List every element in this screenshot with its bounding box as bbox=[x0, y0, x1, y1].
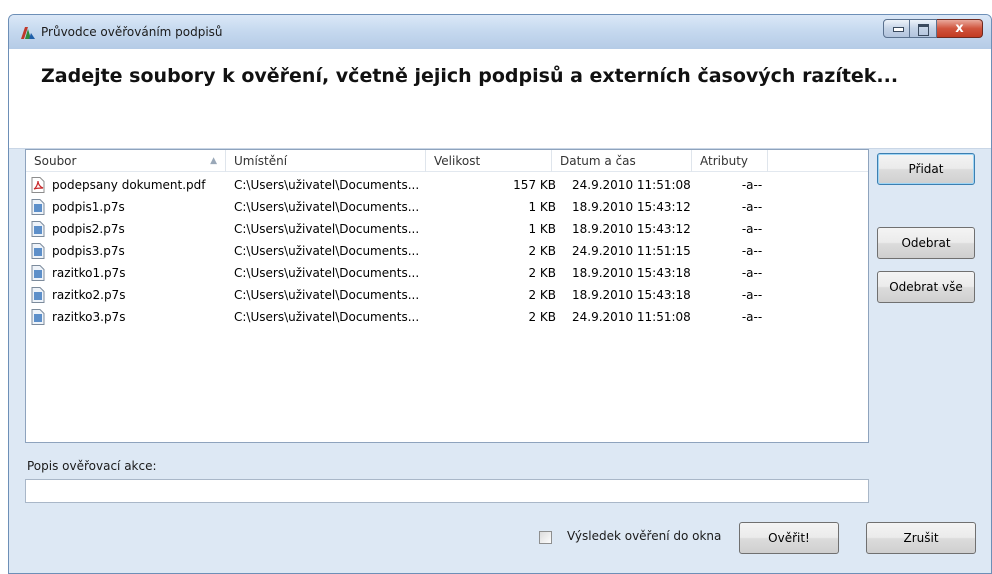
file-location: C:\Users\uživatel\Documents... bbox=[234, 266, 420, 280]
file-icon bbox=[31, 199, 45, 215]
sort-ascending-icon: ▲ bbox=[210, 156, 217, 166]
description-input[interactable] bbox=[25, 479, 869, 503]
file-name: podpis2.p7s bbox=[52, 222, 125, 236]
file-icon bbox=[31, 287, 45, 303]
table-row[interactable]: podepsany dokument.pdf C:\Users\uživatel… bbox=[26, 174, 868, 196]
file-date: 24.9.2010 11:51:08 bbox=[572, 310, 691, 324]
caption-buttons: x bbox=[883, 19, 983, 39]
file-attributes: -a-- bbox=[741, 266, 763, 280]
file-size: 1 KB bbox=[528, 200, 556, 214]
column-headers: Soubor ▲ Umístění Velikost Datum a čas A… bbox=[26, 150, 868, 172]
table-row[interactable]: podpis1.p7s C:\Users\uživatel\Documents.… bbox=[26, 196, 868, 218]
pdf-icon bbox=[31, 177, 45, 193]
file-date: 18.9.2010 15:43:12 bbox=[572, 200, 691, 214]
file-name: razitko1.p7s bbox=[52, 266, 126, 280]
remove-button[interactable]: Odebrat bbox=[877, 227, 975, 259]
column-header-attributes[interactable]: Atributy bbox=[692, 150, 768, 172]
file-size: 2 KB bbox=[528, 244, 556, 258]
file-icon bbox=[31, 221, 45, 237]
file-name: podepsany dokument.pdf bbox=[52, 178, 206, 192]
file-size: 157 KB bbox=[513, 178, 556, 192]
maximize-button[interactable] bbox=[910, 19, 937, 38]
close-button[interactable]: x bbox=[937, 19, 983, 38]
column-header-location[interactable]: Umístění bbox=[226, 150, 426, 172]
file-icon bbox=[31, 265, 45, 281]
signature-verification-wizard-window: Průvodce ověřováním podpisů x Zadejte so… bbox=[8, 14, 992, 574]
file-attributes: -a-- bbox=[741, 200, 763, 214]
column-header-size[interactable]: Velikost bbox=[426, 150, 552, 172]
file-location: C:\Users\uživatel\Documents... bbox=[234, 222, 420, 236]
title-bar[interactable]: Průvodce ověřováním podpisů x bbox=[9, 15, 991, 49]
file-size: 2 KB bbox=[528, 266, 556, 280]
file-location: C:\Users\uživatel\Documents... bbox=[234, 310, 420, 324]
file-name: podpis1.p7s bbox=[52, 200, 125, 214]
file-date: 24.9.2010 11:51:15 bbox=[572, 244, 691, 258]
verify-button[interactable]: Ověřit! bbox=[739, 522, 839, 554]
description-label: Popis ověřovací akce: bbox=[27, 459, 157, 473]
file-date: 18.9.2010 15:43:12 bbox=[572, 222, 691, 236]
table-row[interactable]: podpis2.p7s C:\Users\uživatel\Documents.… bbox=[26, 218, 868, 240]
column-header-date[interactable]: Datum a čas bbox=[552, 150, 692, 172]
add-button[interactable]: Přidat bbox=[877, 153, 975, 185]
table-row[interactable]: razitko2.p7s C:\Users\uživatel\Documents… bbox=[26, 284, 868, 306]
file-date: 18.9.2010 15:43:18 bbox=[572, 266, 691, 280]
file-name: podpis3.p7s bbox=[52, 244, 125, 258]
table-row[interactable]: razitko3.p7s C:\Users\uživatel\Documents… bbox=[26, 306, 868, 328]
file-location: C:\Users\uživatel\Documents... bbox=[234, 244, 420, 258]
file-attributes: -a-- bbox=[741, 310, 763, 324]
window-title: Průvodce ověřováním podpisů bbox=[41, 25, 223, 39]
file-size: 2 KB bbox=[528, 310, 556, 324]
file-date: 24.9.2010 11:51:08 bbox=[572, 178, 691, 192]
file-list[interactable]: Soubor ▲ Umístění Velikost Datum a čas A… bbox=[25, 149, 869, 443]
checkbox-label: Výsledek ověření do okna bbox=[567, 529, 722, 543]
file-location: C:\Users\uživatel\Documents... bbox=[234, 288, 420, 302]
remove-all-button[interactable]: Odebrat vše bbox=[877, 271, 975, 303]
file-icon bbox=[31, 243, 45, 259]
file-attributes: -a-- bbox=[741, 244, 763, 258]
file-date: 18.9.2010 15:43:18 bbox=[572, 288, 691, 302]
cancel-button[interactable]: Zrušit bbox=[866, 522, 976, 554]
table-row[interactable]: razitko1.p7s C:\Users\uživatel\Documents… bbox=[26, 262, 868, 284]
app-logo-icon bbox=[21, 27, 35, 39]
column-header-file[interactable]: Soubor ▲ bbox=[26, 150, 226, 172]
page-heading: Zadejte soubory k ověření, včetně jejich… bbox=[41, 65, 899, 87]
file-attributes: -a-- bbox=[741, 288, 763, 302]
file-location: C:\Users\uživatel\Documents... bbox=[234, 200, 420, 214]
file-icon bbox=[31, 309, 45, 325]
file-size: 2 KB bbox=[528, 288, 556, 302]
close-icon: x bbox=[955, 21, 964, 36]
minimize-button[interactable] bbox=[883, 19, 910, 38]
file-attributes: -a-- bbox=[741, 178, 763, 192]
file-location: C:\Users\uživatel\Documents... bbox=[234, 178, 420, 192]
file-attributes: -a-- bbox=[741, 222, 763, 236]
file-name: razitko2.p7s bbox=[52, 288, 126, 302]
file-size: 1 KB bbox=[528, 222, 556, 236]
header-panel: Zadejte soubory k ověření, včetně jejich… bbox=[9, 49, 991, 149]
checkbox-box[interactable] bbox=[539, 531, 552, 544]
file-name: razitko3.p7s bbox=[52, 310, 126, 324]
table-row[interactable]: podpis3.p7s C:\Users\uživatel\Documents.… bbox=[26, 240, 868, 262]
